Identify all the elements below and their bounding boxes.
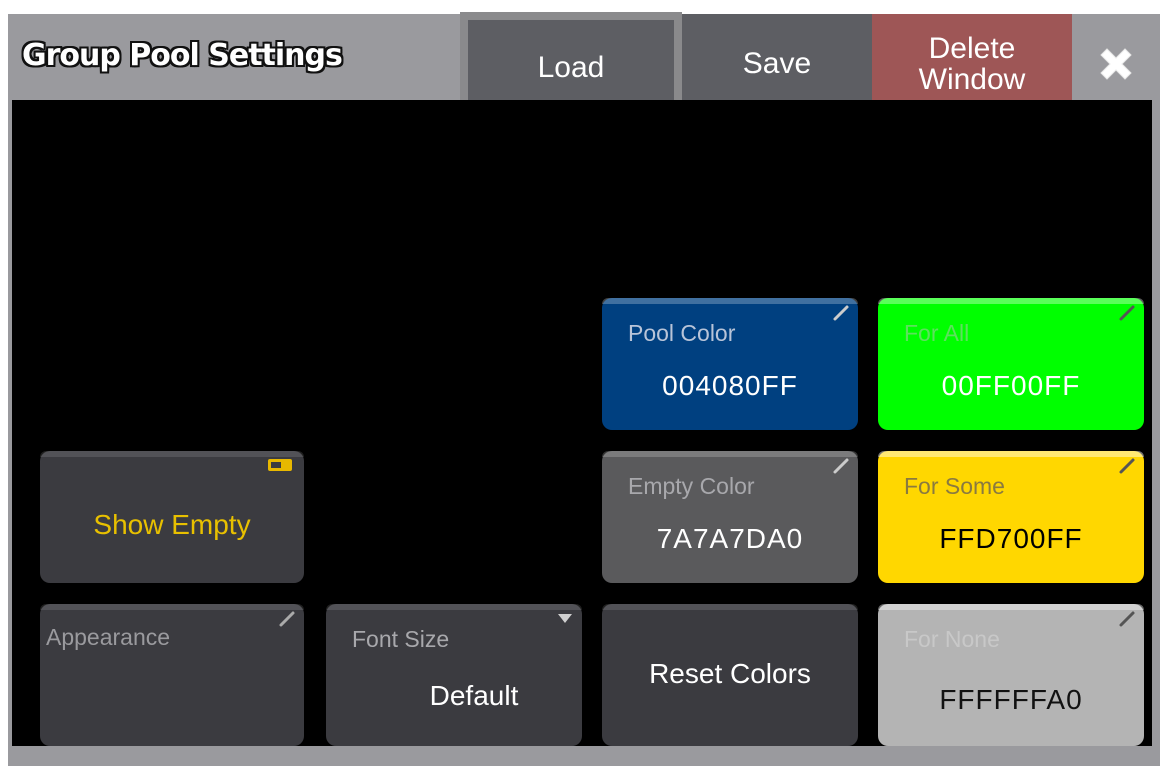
for-none-value: FFFFFFA0 [939, 684, 1083, 715]
pool-color-button[interactable]: Pool Color 004080FF [602, 298, 858, 430]
appearance-label: Appearance [46, 624, 171, 650]
toggle-indicator-icon [268, 459, 292, 471]
empty-color-value: 7A7A7DA0 [656, 523, 804, 554]
pool-color-label: Pool Color [628, 320, 736, 346]
pool-color-value: 004080FF [662, 370, 798, 401]
save-button-label: Save [742, 47, 812, 81]
edit-pencil-icon [1119, 305, 1135, 321]
for-some-label: For Some [904, 473, 1005, 499]
reset-colors-label: Reset Colors [649, 658, 811, 689]
empty-color-label: Empty Color [628, 473, 755, 499]
delete-label-line1: Delete [928, 31, 1016, 65]
for-some-color-button[interactable]: For Some FFD700FF [878, 451, 1144, 583]
for-all-label: For All [904, 320, 970, 346]
button-top-edge [326, 604, 582, 610]
button-top-edge [40, 604, 304, 610]
edit-pencil-icon [1119, 458, 1135, 474]
button-top-edge [40, 451, 304, 457]
show-empty-toggle[interactable]: Show Empty [40, 451, 304, 583]
font-size-label: Font Size [352, 626, 450, 652]
button-top-edge [878, 604, 1144, 610]
close-button[interactable] [1072, 14, 1160, 114]
delete-window-button[interactable]: Delete Window [872, 14, 1072, 114]
button-top-edge [878, 451, 1144, 457]
button-top-edge [602, 298, 858, 304]
edit-pencil-icon [833, 458, 849, 474]
reset-colors-button[interactable]: Reset Colors [602, 604, 858, 746]
edit-pencil-icon [833, 305, 849, 321]
for-all-value: 00FF00FF [941, 370, 1081, 401]
font-size-dropdown[interactable]: Font Size Default [326, 604, 582, 746]
close-icon [1100, 48, 1132, 80]
delete-label-line2: Window [918, 63, 1026, 96]
font-size-value: Default [429, 680, 519, 711]
empty-color-button[interactable]: Empty Color 7A7A7DA0 [602, 451, 858, 583]
edit-pencil-icon [1119, 611, 1135, 627]
for-some-value: FFD700FF [939, 523, 1083, 554]
dropdown-arrow-icon [558, 614, 572, 623]
load-button-label: Load [537, 51, 605, 85]
button-top-edge [602, 451, 858, 457]
button-top-edge [602, 604, 858, 610]
window-title: Group Pool Settings [22, 37, 343, 73]
show-empty-label: Show Empty [93, 509, 251, 540]
for-none-label: For None [904, 626, 1000, 652]
button-top-edge [878, 298, 1144, 304]
for-all-color-button[interactable]: For All 00FF00FF [878, 298, 1144, 430]
edit-pencil-icon [279, 611, 295, 627]
appearance-button[interactable]: Appearance [40, 604, 304, 746]
for-none-color-button[interactable]: For None FFFFFFA0 [878, 604, 1144, 746]
save-button[interactable]: Save [682, 14, 872, 114]
